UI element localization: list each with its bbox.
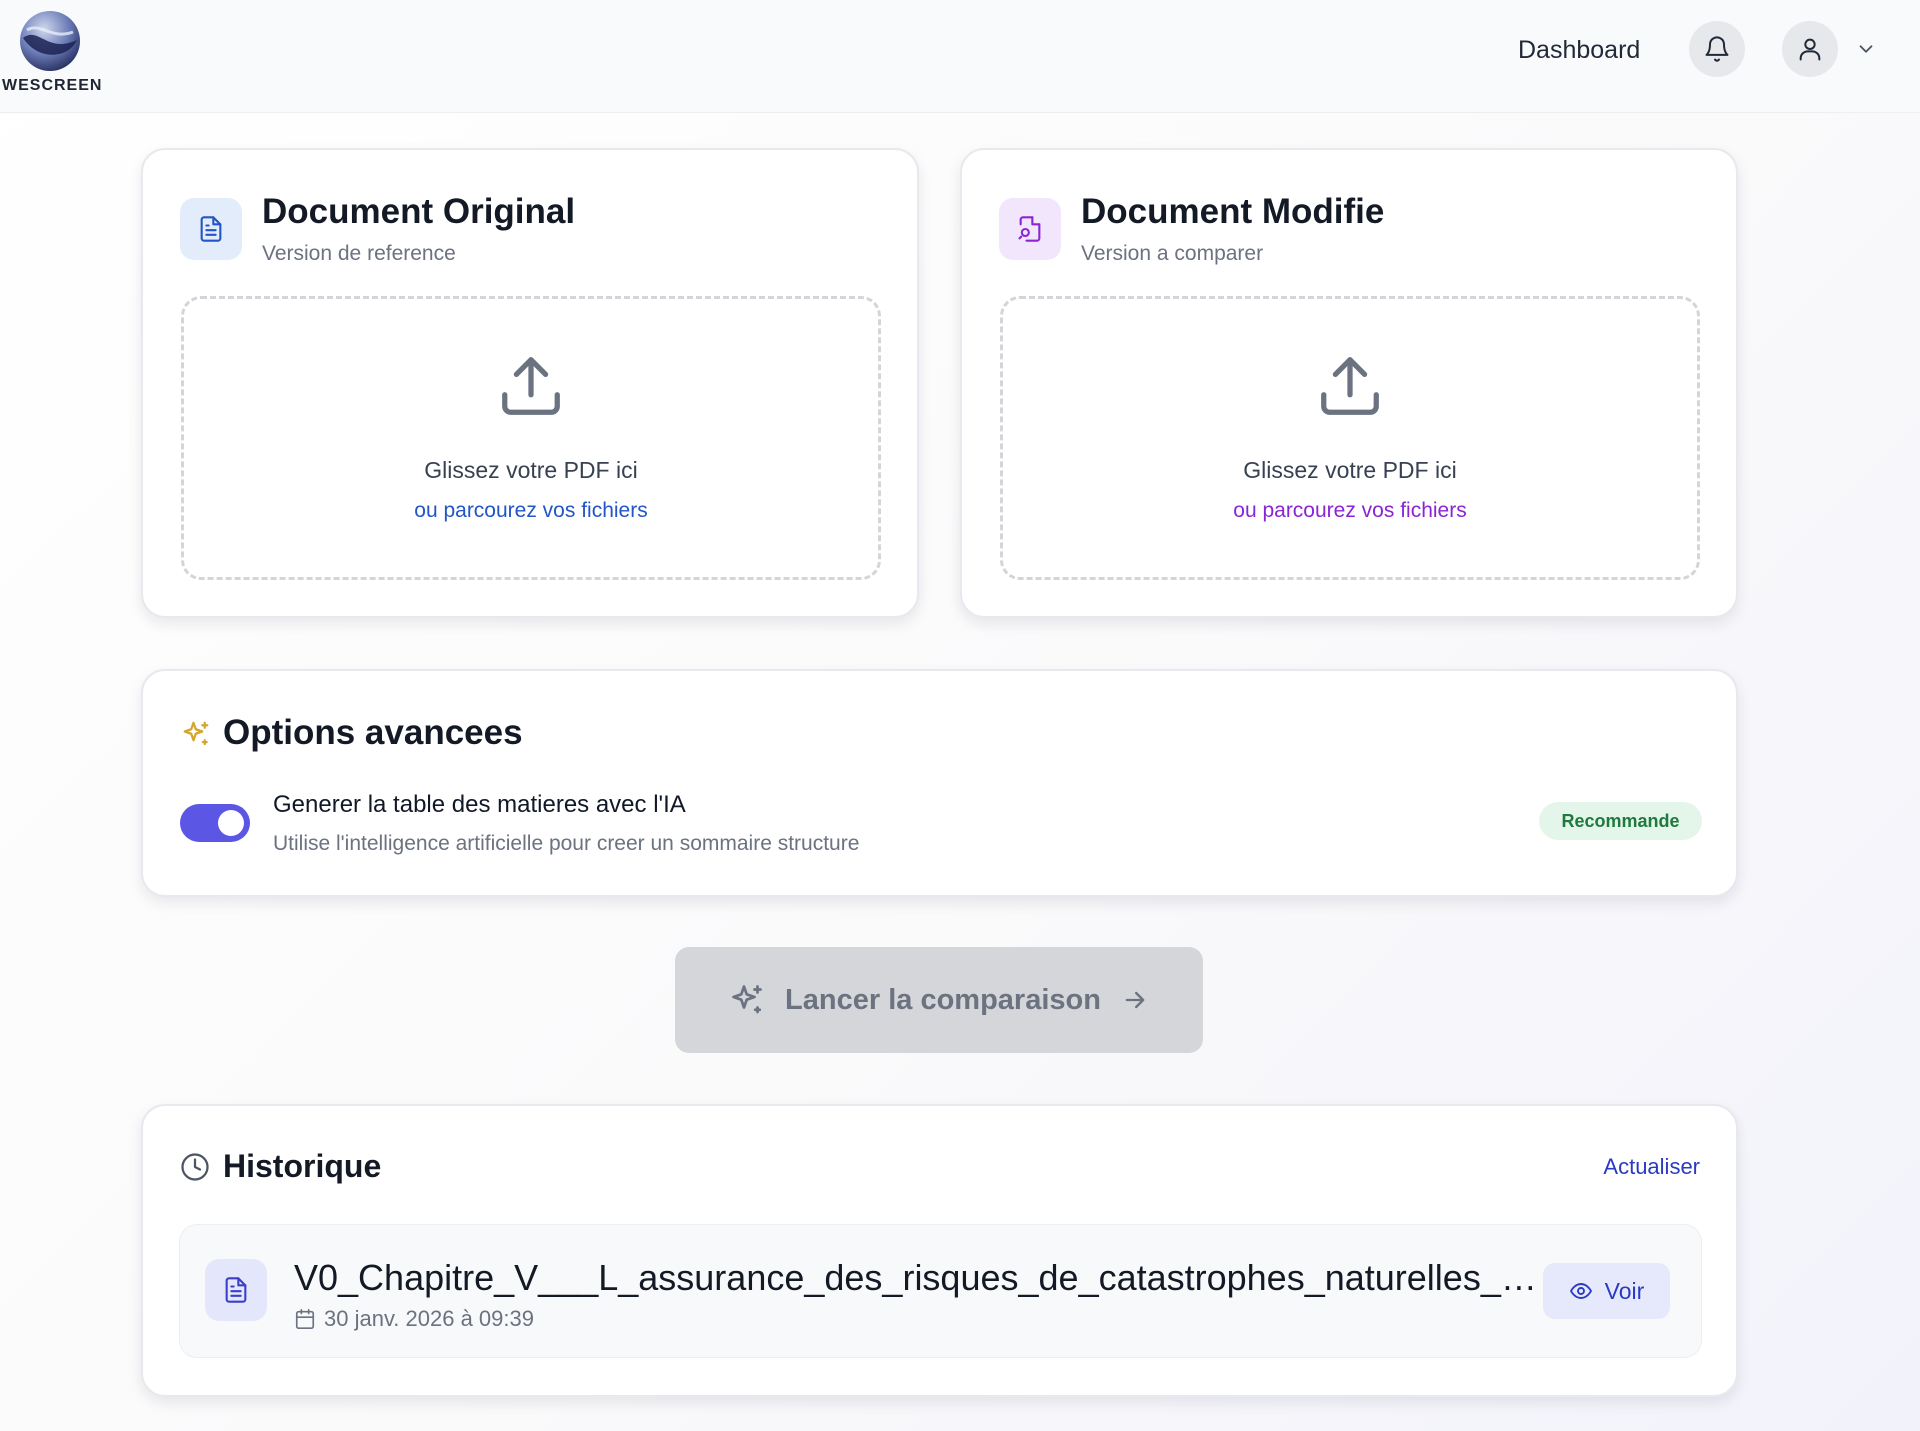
arrow-right-icon bbox=[1125, 991, 1145, 1009]
recommended-badge: Recommande bbox=[1539, 802, 1702, 840]
original-card-title: Document Original bbox=[262, 192, 576, 231]
toggle-knob bbox=[218, 810, 244, 836]
modified-card-title: Document Modifie bbox=[1081, 192, 1385, 231]
modified-browse-link[interactable]: ou parcourez vos fichiers bbox=[1003, 499, 1697, 523]
toc-option-description: Utilise l'intelligence artificielle pour… bbox=[273, 832, 860, 855]
top-header: WESCREEN Dashboard bbox=[0, 0, 1920, 113]
modified-document-card: Document Modifie Version a comparer Glis… bbox=[960, 148, 1738, 618]
sparkles-icon bbox=[183, 721, 209, 746]
file-text-icon bbox=[200, 216, 222, 242]
eye-icon bbox=[1569, 1283, 1592, 1299]
history-title: Historique bbox=[223, 1148, 382, 1184]
toc-option-label: Generer la table des matieres avec l'IA bbox=[273, 791, 686, 818]
original-pdf-dropzone[interactable]: Glissez votre PDF ici ou parcourez vos f… bbox=[181, 296, 881, 580]
refresh-history-link[interactable]: Actualiser bbox=[1603, 1154, 1700, 1180]
wescreen-logo[interactable]: WESCREEN bbox=[0, 10, 102, 96]
history-file-icon-box bbox=[205, 1259, 267, 1321]
upload-icon bbox=[502, 357, 560, 415]
original-drop-text: Glissez votre PDF ici bbox=[424, 457, 638, 483]
notifications-button[interactable] bbox=[1689, 21, 1745, 77]
original-doc-icon-box bbox=[180, 198, 242, 260]
advanced-options-card: Options avancees Generer la table des ma… bbox=[141, 669, 1738, 897]
toc-ai-toggle[interactable] bbox=[180, 804, 250, 842]
modified-card-subtitle: Version a comparer bbox=[1081, 242, 1264, 265]
view-history-button[interactable]: Voir bbox=[1543, 1263, 1670, 1319]
calendar-icon bbox=[295, 1309, 315, 1329]
original-browse-link[interactable]: ou parcourez vos fichiers bbox=[184, 499, 878, 523]
history-date: 30 janv. 2026 à 09:39 bbox=[324, 1306, 534, 1331]
clock-icon bbox=[181, 1153, 209, 1181]
bell-icon bbox=[1705, 36, 1729, 62]
modified-pdf-dropzone[interactable]: Glissez votre PDF ici ou parcourez vos f… bbox=[1000, 296, 1700, 580]
user-menu-button[interactable] bbox=[1782, 21, 1838, 77]
options-title: Options avancees bbox=[223, 713, 523, 752]
original-document-card: Document Original Version de reference G… bbox=[141, 148, 919, 618]
sparkles-icon bbox=[732, 985, 762, 1014]
history-filename: V0_Chapitre_V___L_assurance_des_risques_… bbox=[294, 1257, 1541, 1298]
nav-dashboard-link[interactable]: Dashboard bbox=[1518, 34, 1640, 66]
file-search-icon bbox=[1018, 216, 1041, 242]
launch-comparison-button[interactable]: Lancer la comparaison bbox=[675, 947, 1203, 1053]
logo-mark bbox=[20, 11, 80, 71]
upload-icon bbox=[1321, 357, 1379, 415]
view-button-label: Voir bbox=[1604, 1277, 1645, 1304]
launch-button-label: Lancer la comparaison bbox=[785, 983, 1101, 1016]
modified-doc-icon-box bbox=[999, 198, 1061, 260]
original-card-subtitle: Version de reference bbox=[262, 242, 456, 265]
file-text-icon bbox=[225, 1277, 247, 1303]
history-list-item[interactable]: V0_Chapitre_V___L_assurance_des_risques_… bbox=[179, 1224, 1702, 1358]
logo-text: WESCREEN bbox=[2, 77, 103, 94]
history-card: Historique Actualiser V0_Chapitre_V___L_… bbox=[141, 1104, 1738, 1397]
chevron-down-icon[interactable] bbox=[1855, 38, 1877, 60]
user-icon bbox=[1799, 38, 1821, 61]
history-date-row: 30 janv. 2026 à 09:39 bbox=[294, 1306, 534, 1332]
modified-drop-text: Glissez votre PDF ici bbox=[1243, 457, 1457, 483]
